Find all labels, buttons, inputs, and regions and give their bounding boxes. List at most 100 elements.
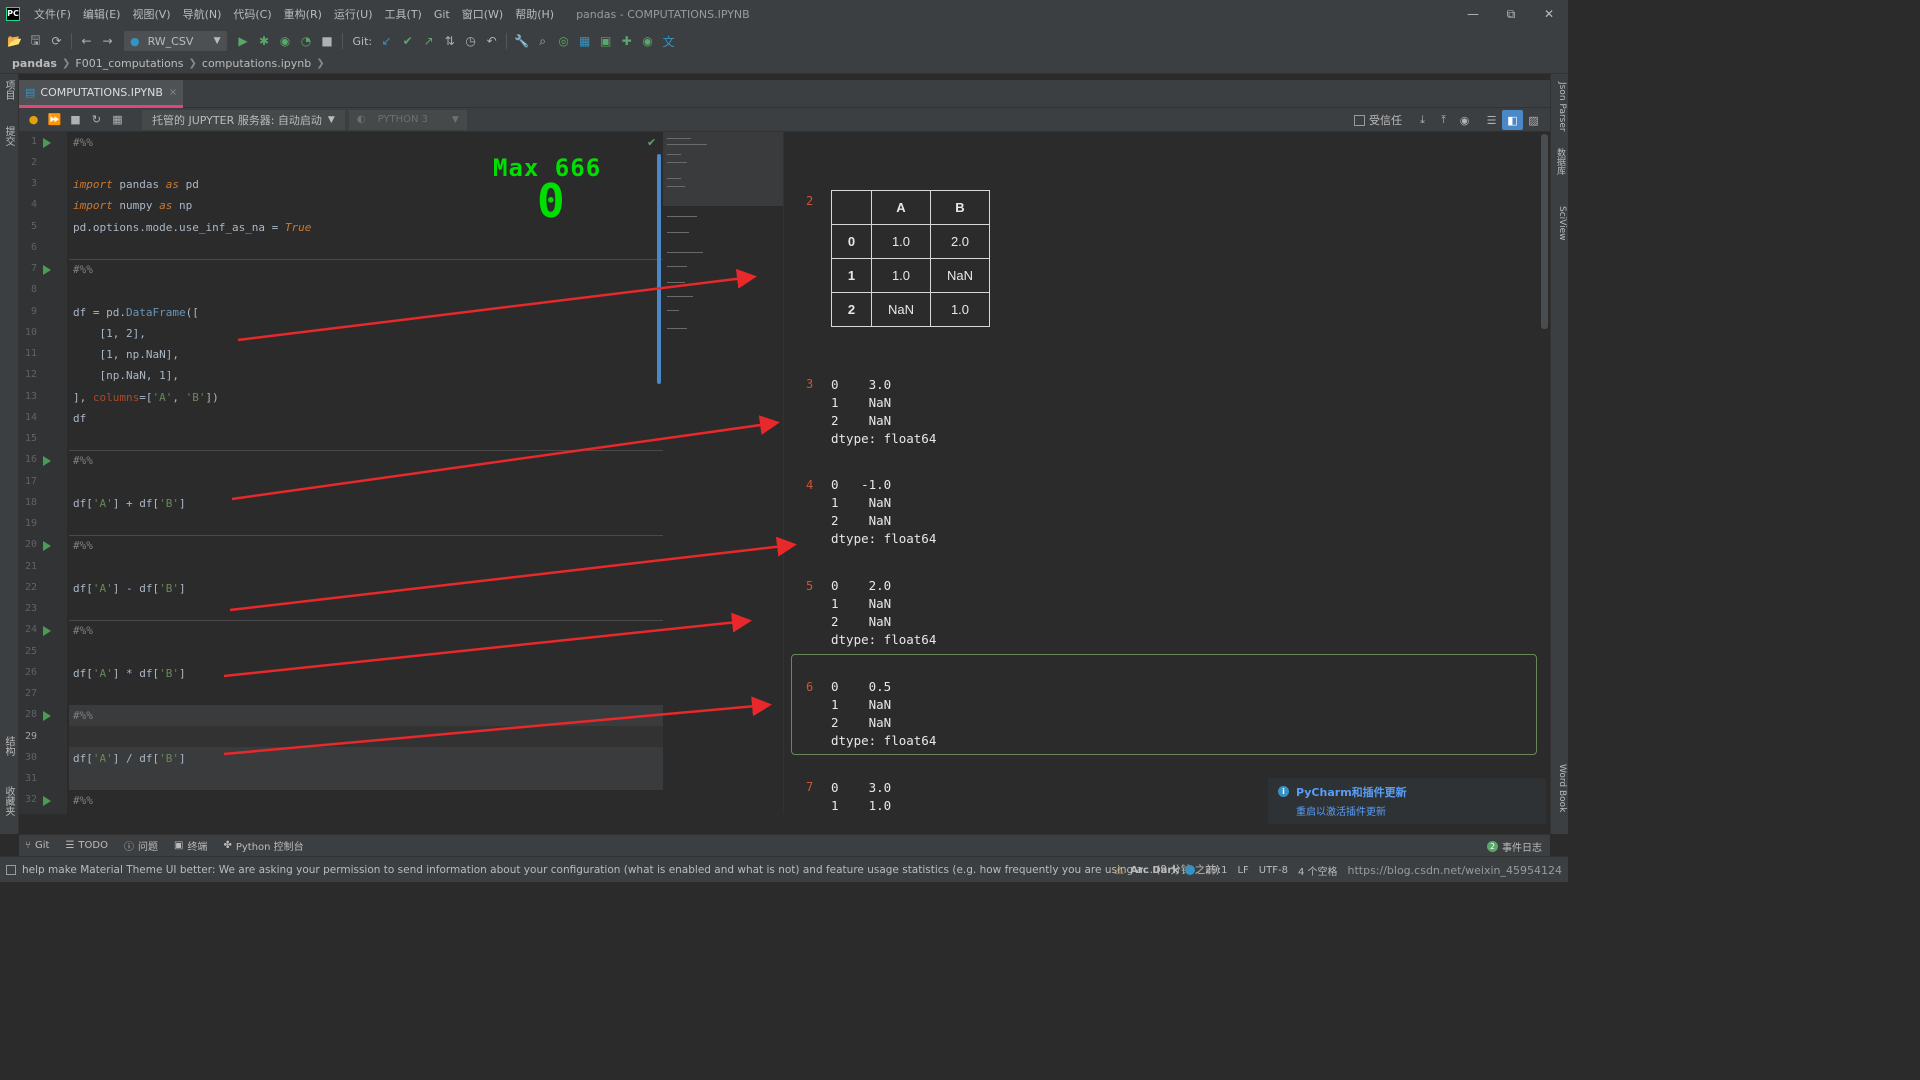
code-editor[interactable]: 1 2 3 4 5 6 7 8 9 10 11 12 13 14 15 16 1… — [19, 132, 783, 814]
output-scrollbar[interactable] — [1541, 134, 1548, 329]
variables-icon[interactable]: ▦ — [107, 110, 128, 130]
debug-icon[interactable]: ✱ — [254, 30, 275, 52]
menu-navigate[interactable]: 导航(N) — [177, 6, 228, 22]
inspect-icon[interactable]: ◉ — [637, 30, 658, 52]
tab-computations-ipynb[interactable]: ▤ COMPUTATIONS.IPYNB × — [19, 80, 184, 108]
open-folder-icon[interactable]: 📂 — [4, 30, 25, 52]
git-tool-button[interactable]: ⑂ Git — [25, 840, 49, 851]
python-console-tool-button[interactable]: ✤ Python 控制台 — [223, 838, 303, 853]
database-tool-button[interactable]: 数据库 — [1554, 148, 1567, 175]
structure-tool-button[interactable]: 结构 — [2, 736, 16, 756]
stop-icon[interactable]: ■ — [317, 30, 338, 52]
line-ending[interactable]: LF — [1237, 865, 1248, 876]
terminal-tool-button[interactable]: ▣ 终端 — [174, 838, 207, 853]
run-cell-icon[interactable] — [43, 796, 51, 806]
inspection-ok-icon[interactable]: ✔ — [647, 136, 656, 149]
indent-setting[interactable]: 4 个空格 — [1298, 863, 1338, 878]
code-minimap[interactable] — [663, 132, 783, 814]
sciview-tool-button[interactable]: SciView — [1554, 206, 1567, 241]
trusted-toggle[interactable]: 受信任 — [1354, 112, 1402, 128]
run-cell-icon[interactable] — [43, 711, 51, 721]
cell-up-icon[interactable]: ⤒ — [1433, 110, 1454, 130]
restart-to-activate-link[interactable]: 重启以激活插件更新 — [1296, 803, 1386, 818]
jupyter-server-selector[interactable]: 托管的 JUPYTER 服务器: 自动启动 ▼ — [142, 109, 345, 130]
file-encoding[interactable]: UTF-8 — [1259, 865, 1288, 876]
list-icon: ☰ — [65, 840, 75, 851]
preview-only-icon[interactable]: ▨ — [1523, 110, 1544, 130]
history-icon[interactable]: ◷ — [460, 30, 481, 52]
status-message[interactable]: help make Material Theme UI better: We a… — [22, 862, 1220, 877]
bulb-icon[interactable]: ● — [23, 110, 44, 130]
settings-wrench-icon[interactable]: 🔧 — [511, 30, 532, 52]
menu-file[interactable]: 文件(F) — [28, 6, 77, 22]
event-log-button[interactable]: 2 事件日志 — [1487, 835, 1542, 857]
cell-down-icon[interactable]: ⤓ — [1412, 110, 1433, 130]
rollback-icon[interactable]: ↶ — [481, 30, 502, 52]
menu-help[interactable]: 帮助(H) — [509, 6, 560, 22]
profile-icon[interactable]: ◔ — [296, 30, 317, 52]
forward-icon[interactable]: → — [97, 30, 118, 52]
menu-git[interactable]: Git — [428, 8, 456, 21]
diagram-icon[interactable]: ▣ — [595, 30, 616, 52]
notebook-output-pane[interactable]: 2 A B 0 1.0 2.0 1 1.0 NaN 2 NaN 1.0 3 0 … — [783, 132, 1550, 814]
split-view-icon[interactable]: ◧ — [1502, 110, 1523, 130]
eye-icon[interactable]: ◉ — [1454, 110, 1475, 130]
chevron-down-icon: ▼ — [451, 114, 459, 125]
run-cell-icon[interactable] — [43, 265, 51, 275]
favorites-tool-button[interactable]: 收藏夹 — [2, 786, 16, 816]
title-bar: PC 文件(F) 编辑(E) 视图(V) 导航(N) 代码(C) 重构(R) 运… — [0, 0, 1568, 28]
save-all-icon[interactable]: 🖫 — [25, 30, 46, 52]
run-all-icon[interactable]: ⏩ — [44, 110, 65, 130]
breadcrumb-project[interactable]: pandas — [12, 57, 57, 70]
update-notification[interactable]: i PyCharm和插件更新 重启以激活插件更新 — [1268, 778, 1546, 824]
minimize-button[interactable]: — — [1454, 0, 1492, 28]
coverage-icon[interactable]: ◉ — [275, 30, 296, 52]
sync-icon[interactable]: ⟳ — [46, 30, 67, 52]
code-token: as — [165, 178, 179, 191]
close-tab-icon[interactable]: × — [169, 87, 177, 98]
git-update-icon[interactable]: ↙ — [376, 30, 397, 52]
menu-tools[interactable]: 工具(T) — [379, 6, 428, 22]
run-icon[interactable]: ▶ — [233, 30, 254, 52]
menu-view[interactable]: 视图(V) — [126, 6, 176, 22]
caret-position[interactable]: 29:1 — [1205, 865, 1227, 876]
run-cell-icon[interactable] — [43, 541, 51, 551]
breadcrumb-file[interactable]: computations.ipynb — [202, 57, 311, 70]
trusted-checkbox[interactable] — [1354, 114, 1365, 126]
project-tool-button[interactable]: 项目 — [2, 80, 16, 100]
run-cell-icon[interactable] — [43, 626, 51, 636]
json-parser-tool-button[interactable]: Json Parser — [1554, 82, 1567, 132]
search-icon[interactable]: ⌕ — [532, 30, 553, 52]
run-config-selector[interactable]: ● RW_CSV ▼ — [124, 31, 227, 51]
menu-code[interactable]: 代码(C) — [227, 6, 277, 22]
close-window-button[interactable]: ✕ — [1530, 0, 1568, 28]
breadcrumb-folder[interactable]: F001_computations — [75, 57, 183, 70]
menu-window[interactable]: 窗口(W) — [456, 6, 509, 22]
menu-edit[interactable]: 编辑(E) — [77, 6, 127, 22]
translate-icon[interactable]: 文 — [658, 30, 679, 52]
run-cell-icon[interactable] — [43, 138, 51, 148]
menu-run[interactable]: 运行(U) — [328, 6, 379, 22]
menu-refactor[interactable]: 重构(R) — [278, 6, 328, 22]
run-cell-icon[interactable] — [43, 456, 51, 466]
commit-tool-button[interactable]: 提交 — [2, 126, 16, 146]
kernel-selector[interactable]: ◐ PYTHON 3 ▼ — [348, 109, 467, 130]
editor-scrollbar[interactable] — [657, 154, 661, 384]
theme-indicator[interactable]: Arc Dark — [1130, 865, 1195, 876]
interrupt-kernel-icon[interactable]: ■ — [65, 110, 86, 130]
back-icon[interactable]: ← — [76, 30, 97, 52]
structure-icon[interactable]: ▦ — [574, 30, 595, 52]
git-compare-icon[interactable]: ⇅ — [439, 30, 460, 52]
warning-icon[interactable]: ⚠ — [1114, 864, 1124, 877]
git-push-icon[interactable]: ↗ — [418, 30, 439, 52]
editor-only-icon[interactable]: ☰ — [1481, 110, 1502, 130]
git-commit-icon[interactable]: ✔ — [397, 30, 418, 52]
word-book-tool-button[interactable]: Word Book — [1554, 764, 1567, 812]
restore-button[interactable]: ⧉ — [1492, 0, 1530, 28]
find-usages-icon[interactable]: ◎ — [553, 30, 574, 52]
status-window-icon[interactable] — [6, 864, 16, 875]
plugin-icon[interactable]: ✚ — [616, 30, 637, 52]
todo-tool-button[interactable]: ☰ TODO — [65, 840, 108, 851]
problems-tool-button[interactable]: ⓘ 问题 — [124, 838, 158, 853]
restart-kernel-icon[interactable]: ↻ — [86, 110, 107, 130]
